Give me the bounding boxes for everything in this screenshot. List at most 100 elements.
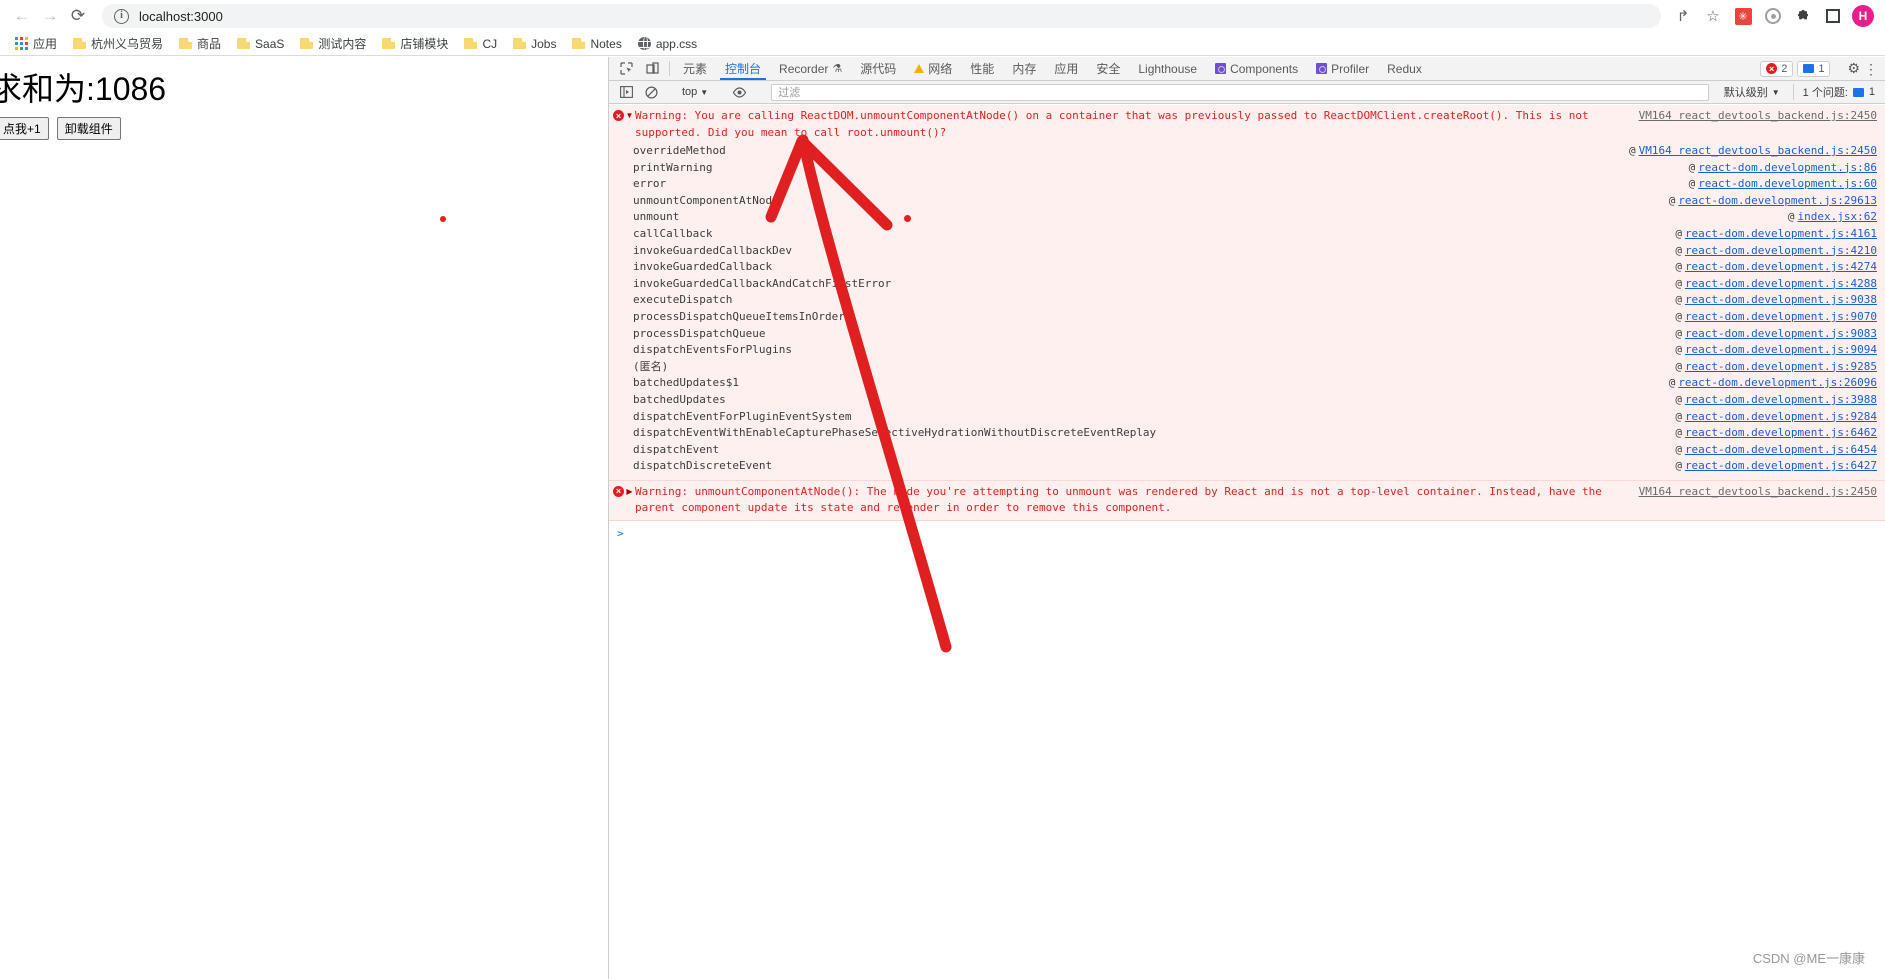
share-icon[interactable]: ↱	[1669, 2, 1697, 30]
increment-button[interactable]: 点我+1	[0, 117, 49, 140]
tab-memory[interactable]: 内存	[1003, 57, 1045, 80]
reload-button[interactable]: ⟳	[64, 2, 92, 30]
profile-avatar[interactable]: H	[1849, 2, 1877, 30]
execution-context-value: top	[682, 86, 698, 98]
console-output[interactable]: × ▼ Warning: You are calling ReactDOM.un…	[609, 105, 1885, 979]
stack-source-link[interactable]: react-dom.development.js:4274	[1685, 259, 1877, 276]
tab-performance[interactable]: 性能	[961, 57, 1003, 80]
extension-red-icon[interactable]: ✳	[1729, 2, 1757, 30]
stack-source-link[interactable]: react-dom.development.js:26096	[1678, 375, 1877, 392]
stack-frame: processDispatchQueueItemsInOrder @ react…	[633, 309, 1877, 326]
bookmark-star-icon[interactable]: ☆	[1699, 2, 1727, 30]
stack-source-link[interactable]: react-dom.development.js:29613	[1678, 193, 1877, 210]
stack-source-link[interactable]: react-dom.development.js:4161	[1685, 226, 1877, 243]
tab-elements[interactable]: 元素	[674, 57, 716, 80]
tab-console[interactable]: 控制台	[716, 57, 770, 80]
extension-circle-icon[interactable]	[1759, 2, 1787, 30]
bookmark-item-appcss[interactable]: app.css	[632, 36, 703, 52]
at-symbol: @	[1668, 376, 1676, 390]
back-button[interactable]: ←	[8, 2, 36, 30]
tab-lighthouse[interactable]: Lighthouse	[1129, 57, 1206, 80]
bookmark-item-apps[interactable]: 应用	[9, 34, 63, 53]
bookmark-item-notes[interactable]: Notes	[566, 36, 627, 52]
stack-source-link[interactable]: react-dom.development.js:9083	[1685, 326, 1877, 343]
tab-redux[interactable]: Redux	[1378, 57, 1431, 80]
forward-button[interactable]: →	[36, 2, 64, 30]
stack-source-link[interactable]: react-dom.development.js:6427	[1685, 458, 1877, 475]
stack-source-link[interactable]: VM164 react_devtools_backend.js:2450	[1639, 143, 1877, 160]
bookmark-item-testcontent[interactable]: 测试内容	[294, 34, 372, 53]
bookmark-item-saas[interactable]: SaaS	[231, 36, 290, 52]
tab-application[interactable]: 应用	[1045, 57, 1087, 80]
log-level-select[interactable]: 默认级别 ▼	[1718, 84, 1786, 100]
stack-source-link[interactable]: react-dom.development.js:60	[1698, 176, 1877, 193]
tab-network[interactable]: 网络	[905, 57, 961, 80]
stack-source-link[interactable]: react-dom.development.js:4210	[1685, 243, 1877, 260]
sidepanel-icon[interactable]	[1819, 2, 1847, 30]
stack-source-link[interactable]: react-dom.development.js:9038	[1685, 292, 1877, 309]
react-badge-icon	[1316, 63, 1328, 74]
tab-label: Redux	[1387, 61, 1422, 76]
bookmark-item-hangzhou[interactable]: 杭州义乌贸易	[67, 34, 169, 53]
chevron-right-icon[interactable]: ▶	[624, 487, 635, 496]
kebab-icon[interactable]: ⋮	[1864, 62, 1878, 76]
message-count-badge[interactable]: 1	[1797, 60, 1831, 77]
stack-source-link[interactable]: react-dom.development.js:6454	[1685, 442, 1877, 459]
console-message-header[interactable]: × ▶ Warning: unmountComponentAtNode(): T…	[609, 484, 1885, 517]
stack-function: invokeGuardedCallbackAndCatchFirstError	[633, 276, 892, 290]
console-message[interactable]: × ▶ Warning: unmountComponentAtNode(): T…	[609, 480, 1885, 521]
console-message-source[interactable]: VM164 react_devtools_backend.js:2450	[1639, 108, 1877, 125]
bookmark-item-jobs[interactable]: Jobs	[507, 36, 562, 52]
stack-frame: callCallback @ react-dom.development.js:…	[633, 226, 1877, 243]
device-toolbar-icon[interactable]	[639, 57, 665, 80]
stack-source-link[interactable]: react-dom.development.js:6462	[1685, 425, 1877, 442]
stack-source-link[interactable]: react-dom.development.js:4288	[1685, 276, 1877, 293]
tab-recorder[interactable]: Recorder ⚗	[770, 57, 851, 80]
stack-source-link[interactable]: react-dom.development.js:86	[1698, 160, 1877, 177]
tab-components[interactable]: Components	[1206, 57, 1307, 80]
bookmark-item-cj[interactable]: CJ	[458, 36, 503, 52]
stack-source-link[interactable]: index.jsx:62	[1798, 209, 1877, 226]
stack-function: batchedUpdates$1	[633, 376, 739, 390]
stack-frame: (匿名) @ react-dom.development.js:9285	[633, 359, 1877, 376]
extension-circle-glyph	[1765, 8, 1781, 24]
execution-context-select[interactable]: top ▼	[677, 86, 713, 98]
console-message-group[interactable]: × ▼ Warning: You are calling ReactDOM.un…	[609, 105, 1885, 481]
stack-function: processDispatchQueueItemsInOrder	[633, 309, 845, 323]
tab-sources[interactable]: 源代码	[851, 57, 905, 80]
tab-label: 元素	[683, 62, 708, 76]
tab-security[interactable]: 安全	[1087, 57, 1129, 80]
address-bar[interactable]: i localhost:3000	[102, 4, 1661, 28]
stack-source-link[interactable]: react-dom.development.js:3988	[1685, 392, 1877, 409]
stack-source-link[interactable]: react-dom.development.js:9094	[1685, 342, 1877, 359]
extensions-puzzle-icon[interactable]	[1789, 2, 1817, 30]
stack-source-link[interactable]: react-dom.development.js:9284	[1685, 409, 1877, 426]
site-info-icon[interactable]: i	[114, 8, 129, 24]
issues-badge[interactable]: 1 个问题: 1	[1792, 84, 1879, 100]
console-prompt[interactable]: >	[609, 521, 1885, 540]
error-count-badge[interactable]: × 2	[1760, 60, 1794, 77]
stack-function: callCallback	[633, 226, 713, 240]
bookmarks-bar: 应用 杭州义乌贸易 商品 SaaS 测试内容 店铺模块 CJ Jobs Note…	[0, 32, 1885, 56]
tab-profiler[interactable]: Profiler	[1307, 57, 1378, 80]
chevron-down-icon[interactable]: ▼	[624, 111, 635, 120]
gear-icon[interactable]: ⚙	[1847, 60, 1860, 77]
unmount-component-button[interactable]: 卸载组件	[56, 117, 121, 140]
stack-function: dispatchEventForPluginEventSystem	[633, 409, 852, 423]
clear-console-icon[interactable]	[640, 83, 662, 101]
console-filter-input[interactable]: 过滤	[771, 83, 1709, 101]
stack-frame: error @ react-dom.development.js:60	[633, 176, 1877, 193]
console-message-source[interactable]: VM164 react_devtools_backend.js:2450	[1639, 484, 1877, 501]
error-circle-icon: ×	[613, 485, 624, 497]
live-expression-icon[interactable]	[728, 83, 750, 101]
at-symbol: @	[1675, 392, 1682, 406]
stack-source-link[interactable]: react-dom.development.js:9070	[1685, 309, 1877, 326]
inspect-element-icon[interactable]	[613, 57, 639, 80]
console-sidebar-icon[interactable]	[615, 83, 637, 101]
at-symbol: @	[1675, 426, 1682, 440]
bookmark-item-shopmodule[interactable]: 店铺模块	[376, 34, 454, 53]
tab-label: 内存	[1012, 62, 1037, 76]
console-message-header[interactable]: × ▼ Warning: You are calling ReactDOM.un…	[609, 108, 1885, 141]
bookmark-item-products[interactable]: 商品	[173, 34, 227, 53]
stack-source-link[interactable]: react-dom.development.js:9285	[1685, 359, 1877, 376]
